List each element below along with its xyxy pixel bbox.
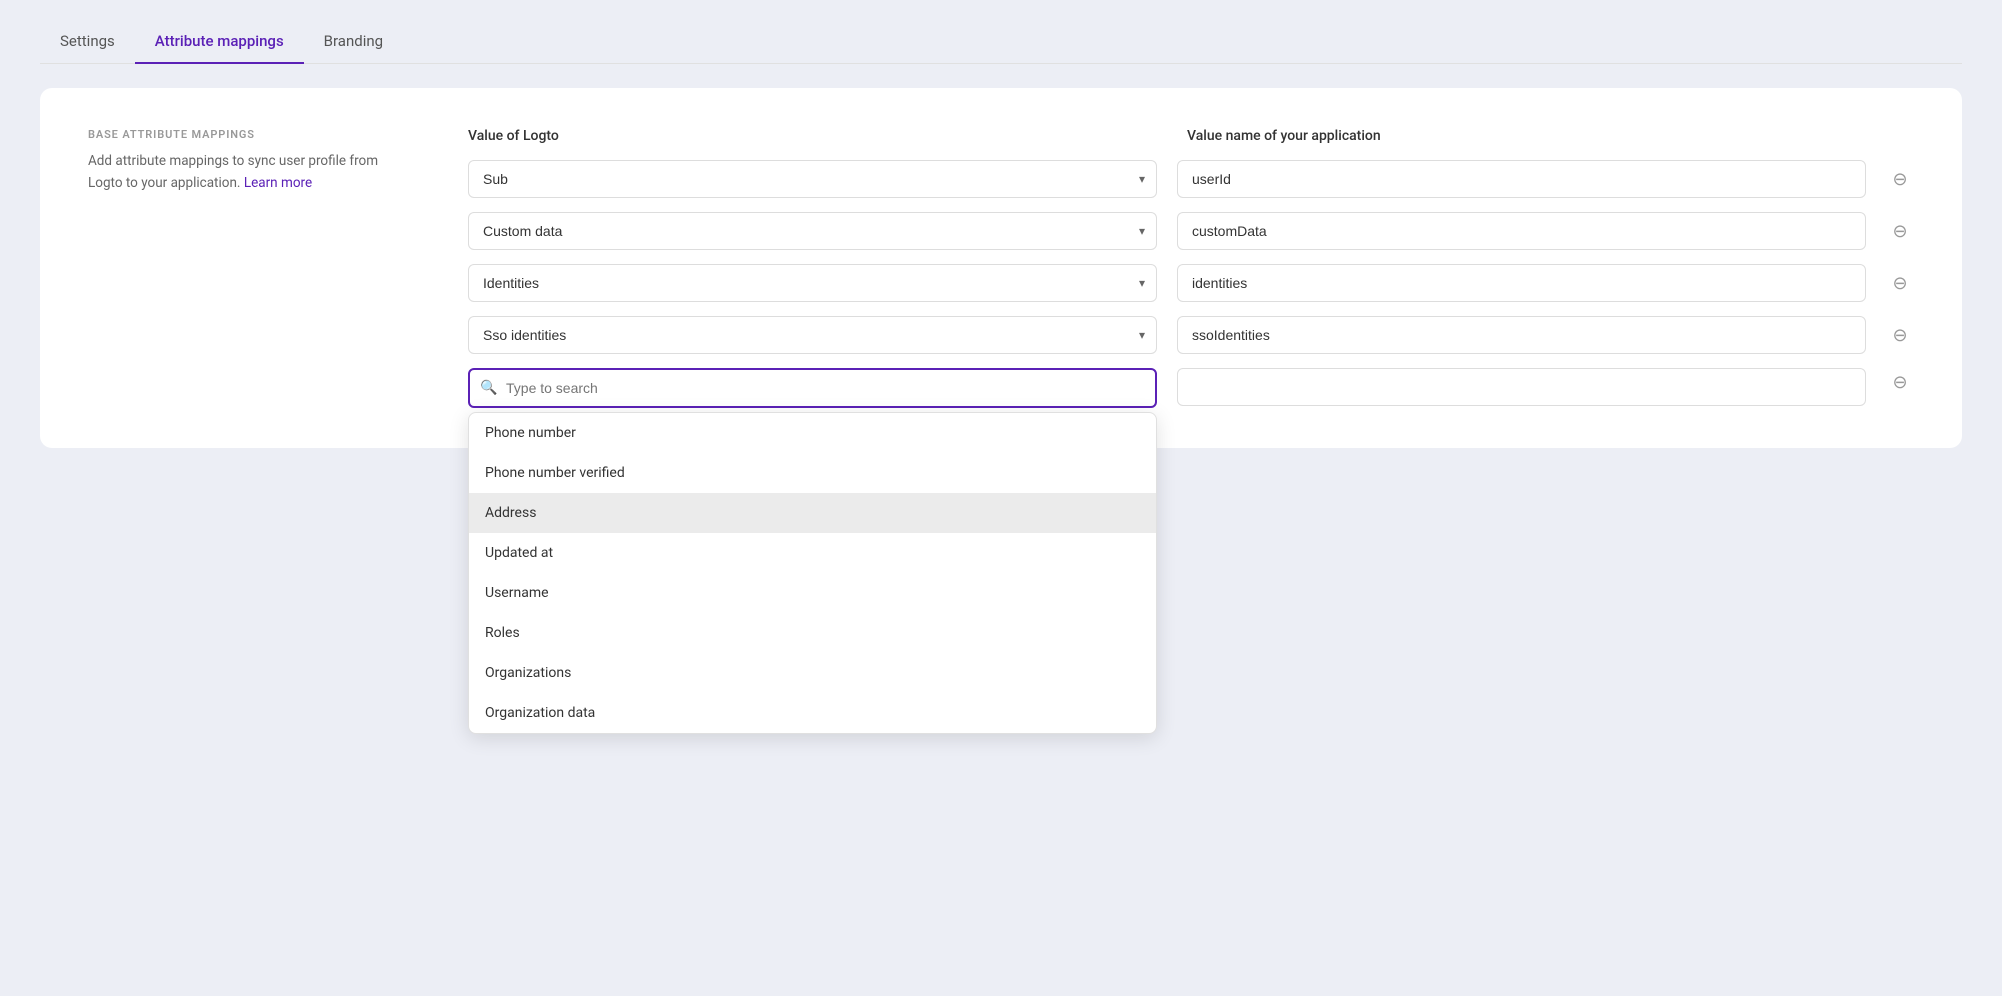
app-value-input-4[interactable] <box>1177 316 1866 354</box>
dropdown-item-address[interactable]: Address <box>469 493 1156 533</box>
logto-select-1[interactable]: Sub <box>468 160 1157 198</box>
section-title: BASE ATTRIBUTE MAPPINGS <box>88 128 408 141</box>
app-input-wrapper-3 <box>1177 264 1866 302</box>
dropdown-item-organization-data[interactable]: Organization data <box>469 693 1156 733</box>
dropdown-item-updated-at[interactable]: Updated at <box>469 533 1156 573</box>
logto-select-wrapper-4: Sso identities ▾ <box>468 316 1157 354</box>
dropdown-item-username[interactable]: Username <box>469 573 1156 613</box>
page-container: Settings Attribute mappings Branding BAS… <box>0 0 2002 996</box>
section-description: Add attribute mappings to sync user prof… <box>88 151 408 194</box>
app-input-wrapper-2 <box>1177 212 1866 250</box>
new-app-value-input[interactable] <box>1177 368 1866 406</box>
col-header-logto: Value of Logto <box>468 128 1147 144</box>
logto-select-3[interactable]: Identities <box>468 264 1157 302</box>
dropdown-menu: Phone number Phone number verified Addre… <box>468 412 1157 734</box>
card: BASE ATTRIBUTE MAPPINGS Add attribute ma… <box>40 88 1962 448</box>
left-panel: BASE ATTRIBUTE MAPPINGS Add attribute ma… <box>88 128 408 408</box>
tab-attribute-mappings[interactable]: Attribute mappings <box>135 20 304 64</box>
search-wrapper: 🔍 Phone number Phone number verified Add… <box>468 368 1157 408</box>
app-value-input-3[interactable] <box>1177 264 1866 302</box>
dropdown-item-organizations[interactable]: Organizations <box>469 653 1156 693</box>
dropdown-item-phone-number-verified[interactable]: Phone number verified <box>469 453 1156 493</box>
new-app-value-wrapper <box>1177 368 1866 406</box>
app-input-wrapper-1 <box>1177 160 1866 198</box>
logto-select-wrapper-3: Identities ▾ <box>468 264 1157 302</box>
col-header-app: Value name of your application <box>1187 128 1866 144</box>
remove-button-new[interactable]: ⊖ <box>1886 368 1914 396</box>
dropdown-item-roles[interactable]: Roles <box>469 613 1156 653</box>
dropdown-item-phone-number[interactable]: Phone number <box>469 413 1156 453</box>
app-input-wrapper-4 <box>1177 316 1866 354</box>
logto-select-wrapper-2: Custom data ▾ <box>468 212 1157 250</box>
right-panel: Value of Logto Value name of your applic… <box>468 128 1914 408</box>
mapping-row-4: Sso identities ▾ ⊖ <box>468 316 1914 354</box>
columns-header: Value of Logto Value name of your applic… <box>468 128 1914 144</box>
remove-button-4[interactable]: ⊖ <box>1886 321 1914 349</box>
logto-select-wrapper-1: Sub ▾ <box>468 160 1157 198</box>
tab-branding[interactable]: Branding <box>304 20 403 64</box>
mapping-row-1: Sub ▾ ⊖ <box>468 160 1914 198</box>
remove-button-2[interactable]: ⊖ <box>1886 217 1914 245</box>
remove-button-3[interactable]: ⊖ <box>1886 269 1914 297</box>
tabs-bar: Settings Attribute mappings Branding <box>40 20 1962 64</box>
tab-settings[interactable]: Settings <box>40 20 135 64</box>
app-value-input-2[interactable] <box>1177 212 1866 250</box>
remove-button-1[interactable]: ⊖ <box>1886 165 1914 193</box>
learn-more-link[interactable]: Learn more <box>244 175 312 191</box>
search-mapping-row: 🔍 Phone number Phone number verified Add… <box>468 368 1914 408</box>
mapping-row-3: Identities ▾ ⊖ <box>468 264 1914 302</box>
search-input[interactable] <box>468 368 1157 408</box>
logto-select-2[interactable]: Custom data <box>468 212 1157 250</box>
app-value-input-1[interactable] <box>1177 160 1866 198</box>
dropdown-scroll-container: Phone number Phone number verified Addre… <box>469 413 1156 733</box>
mapping-row-2: Custom data ▾ ⊖ <box>468 212 1914 250</box>
logto-select-4[interactable]: Sso identities <box>468 316 1157 354</box>
